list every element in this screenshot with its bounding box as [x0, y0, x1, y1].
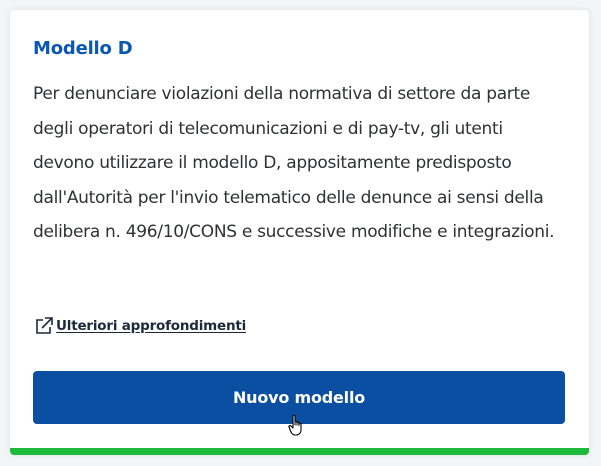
accent-bar: [10, 448, 589, 455]
external-link-icon: [34, 316, 54, 336]
more-info-link-label: Ulteriori approfondimenti: [56, 318, 247, 334]
card-title: Modello D: [33, 38, 133, 59]
card-description: Per denunciare violazioni della normativ…: [33, 84, 555, 242]
more-info-link[interactable]: Ulteriori approfondimenti: [34, 316, 246, 336]
hand-pointer-icon: [287, 414, 307, 438]
modello-d-card: Modello D Per denunciare violazioni dell…: [10, 10, 589, 455]
